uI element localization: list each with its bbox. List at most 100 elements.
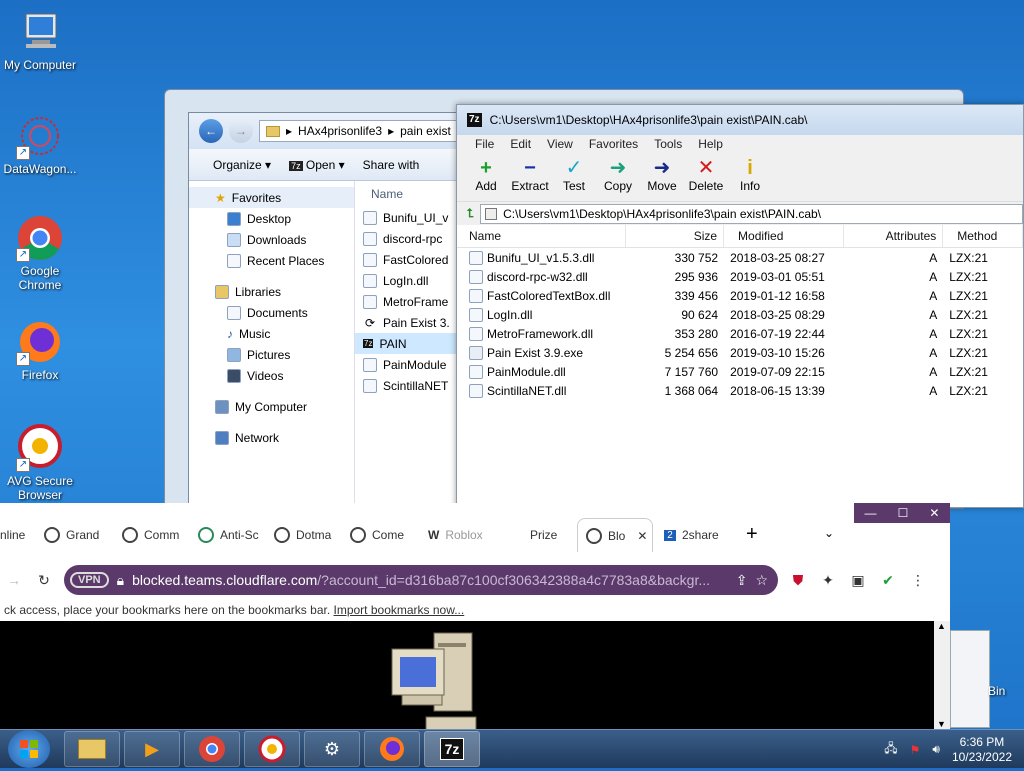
nav-network[interactable]: Network	[189, 427, 354, 448]
browser-tab[interactable]: Come	[350, 518, 416, 552]
start-button[interactable]	[8, 730, 50, 768]
close-icon[interactable]: ✕	[929, 506, 939, 520]
browser-tab[interactable]: Comm	[122, 518, 188, 552]
desktop-icon-datawagon[interactable]: ↗ DataWagon...	[0, 112, 80, 176]
action-center-flag-icon[interactable]: ⚑	[910, 743, 921, 757]
menu-help[interactable]: Help	[698, 137, 723, 151]
breadcrumb-item[interactable]: pain exist	[400, 124, 451, 138]
browser-tab[interactable]: Prize	[530, 518, 570, 552]
delete-button[interactable]: ✕ Delete	[687, 153, 725, 201]
scroll-down-icon[interactable]: ▼	[937, 719, 946, 729]
menu-file[interactable]: File	[475, 137, 494, 151]
file-row[interactable]: PainModule	[355, 354, 467, 375]
seven-zip-address-field[interactable]: C:\Users\vm1\Desktop\HAx4prisonlife3\pai…	[480, 203, 1023, 224]
open-button[interactable]: 7z Open ▾	[289, 158, 345, 172]
bookmark-star-icon[interactable]: ☆	[755, 572, 768, 589]
table-row[interactable]: Pain Exist 3.9.exe 5 254 656 2019-03-10 …	[457, 343, 1023, 362]
table-row[interactable]: ScintillaNET.dll 1 368 064 2018-06-15 13…	[457, 381, 1023, 400]
organize-button[interactable]: Organize ▾	[213, 158, 271, 172]
minimize-icon[interactable]: —	[865, 506, 877, 520]
nav-libraries[interactable]: Libraries	[189, 281, 354, 302]
extensions-puzzle-icon[interactable]: ✦	[818, 570, 838, 590]
security-check-icon[interactable]: ✔	[878, 570, 898, 590]
column-header-attributes[interactable]: Attributes	[844, 225, 944, 247]
volume-icon[interactable]: 🔊︎	[932, 742, 940, 757]
network-tray-icon[interactable]: 🖧︎	[884, 739, 897, 760]
file-row[interactable]: Bunifu_UI_v	[355, 207, 467, 228]
menu-edit[interactable]: Edit	[510, 137, 531, 151]
copy-button[interactable]: ➜ Copy	[599, 153, 637, 201]
file-row-selected[interactable]: 7z PAIN	[355, 333, 467, 354]
nav-documents[interactable]: Documents	[189, 302, 354, 323]
move-button[interactable]: ➜ Move	[643, 153, 681, 201]
taskbar-installer[interactable]: ⚙	[304, 731, 360, 767]
menu-tools[interactable]: Tools	[654, 137, 682, 151]
nav-pictures[interactable]: Pictures	[189, 344, 354, 365]
browser-tab[interactable]: W Roblox	[428, 518, 494, 552]
tab-search-chevron-icon[interactable]: ⌄	[824, 526, 834, 540]
taskbar-seven-zip[interactable]: 7z	[424, 731, 480, 767]
desktop-icon-my-computer[interactable]: My Computer	[0, 8, 80, 72]
menu-view[interactable]: View	[547, 137, 573, 151]
table-row[interactable]: FastColoredTextBox.dll 339 456 2019-01-1…	[457, 286, 1023, 305]
clock[interactable]: 6:36 PM 10/23/2022	[952, 735, 1012, 765]
nav-my-computer[interactable]: My Computer	[189, 396, 354, 417]
column-header-name[interactable]: Name	[457, 225, 627, 247]
menu-favorites[interactable]: Favorites	[589, 137, 638, 151]
file-row[interactable]: discord-rpc	[355, 228, 467, 249]
test-button[interactable]: ✓ Test	[555, 153, 593, 201]
reload-icon[interactable]: ↻	[34, 570, 54, 590]
nav-desktop[interactable]: Desktop	[189, 208, 354, 229]
column-header-modified[interactable]: Modified	[724, 225, 844, 247]
address-bar[interactable]: VPN 🔒︎ blocked.teams.cloudflare.com/?acc…	[64, 565, 778, 595]
share-icon[interactable]: ⇪	[736, 572, 748, 589]
back-arrow-icon[interactable]: ←	[199, 119, 223, 143]
browser-tab[interactable]: nline	[0, 518, 40, 552]
file-row[interactable]: MetroFrame	[355, 291, 467, 312]
recycle-bin-window[interactable]: Bin	[950, 630, 1024, 730]
nav-downloads[interactable]: Downloads	[189, 229, 354, 250]
table-row[interactable]: discord-rpc-w32.dll 295 936 2019-03-01 0…	[457, 267, 1023, 286]
browser-tab[interactable]: Grand	[44, 518, 116, 552]
table-row[interactable]: MetroFramework.dll 353 280 2016-07-19 22…	[457, 324, 1023, 343]
seven-zip-window[interactable]: 7z C:\Users\vm1\Desktop\HAx4prisonlife3\…	[456, 104, 1024, 508]
breadcrumb-item[interactable]: HAx4prisonlife3	[298, 124, 382, 138]
close-tab-icon[interactable]: ✕	[637, 529, 647, 543]
maximize-icon[interactable]: ☐	[898, 506, 909, 520]
taskbar-firefox[interactable]	[364, 731, 420, 767]
folder-up-icon[interactable]: ⮤	[467, 206, 474, 221]
explorer-path[interactable]: ▸ HAx4prisonlife3 ▸ pain exist	[259, 120, 467, 142]
share-with-button[interactable]: Share with	[363, 158, 420, 172]
scroll-up-icon[interactable]: ▲	[937, 621, 946, 631]
info-button[interactable]: i Info	[731, 153, 769, 201]
import-bookmarks-link[interactable]: Import bookmarks now...	[334, 603, 465, 617]
desktop-icon-chrome[interactable]: ↗ Google Chrome	[0, 214, 80, 292]
desktop-icon-firefox[interactable]: ↗ Firefox	[0, 318, 80, 382]
extract-button[interactable]: − Extract	[511, 153, 549, 201]
file-row[interactable]: FastColored	[355, 249, 467, 270]
browser-tab[interactable]: Dotma	[274, 518, 340, 552]
file-row[interactable]: ⟳ Pain Exist 3.	[355, 312, 467, 333]
new-tab-icon[interactable]: +	[746, 524, 758, 544]
nav-music[interactable]: ♪ Music	[189, 323, 354, 344]
browser-tab[interactable]: Anti-Sc	[198, 518, 264, 552]
extension-shield-icon[interactable]: ⛊	[788, 570, 808, 590]
vpn-badge[interactable]: VPN	[70, 572, 109, 588]
page-scrollbar[interactable]: ▲ ▼	[934, 621, 950, 729]
taskbar-chrome[interactable]	[184, 731, 240, 767]
column-header-name[interactable]: Name	[355, 181, 467, 207]
browser-tab-active[interactable]: Blo ✕	[577, 518, 653, 552]
taskbar-media-player[interactable]: ▶	[124, 731, 180, 767]
menu-dots-icon[interactable]: ⋮	[908, 570, 928, 590]
browser-tab[interactable]: 2 2share	[664, 518, 734, 552]
side-panel-icon[interactable]: ▣	[848, 570, 868, 590]
forward-arrow-icon[interactable]: →	[4, 570, 24, 590]
table-row[interactable]: PainModule.dll 7 157 760 2019-07-09 22:1…	[457, 362, 1023, 381]
nav-recent-places[interactable]: Recent Places	[189, 250, 354, 271]
table-row[interactable]: LogIn.dll 90 624 2018-03-25 08:29 A LZX:…	[457, 305, 1023, 324]
file-row[interactable]: ScintillaNET	[355, 375, 467, 396]
forward-arrow-icon[interactable]: →	[229, 119, 253, 143]
taskbar-avg-browser[interactable]	[244, 731, 300, 767]
taskbar-explorer[interactable]	[64, 731, 120, 767]
add-button[interactable]: + Add	[467, 153, 505, 201]
